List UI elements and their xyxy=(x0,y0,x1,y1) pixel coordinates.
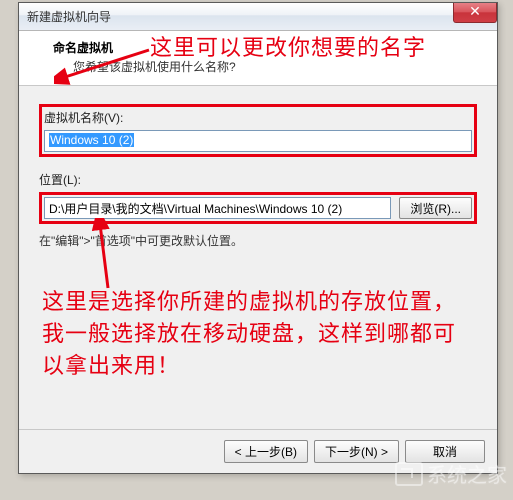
vm-name-value: Windows 10 (2) xyxy=(49,133,134,147)
next-button[interactable]: 下一步(N) > xyxy=(314,440,399,463)
default-location-hint: 在"编辑">"首选项"中可更改默认位置。 xyxy=(39,232,477,249)
browse-button[interactable]: 浏览(R)... xyxy=(399,197,472,219)
titlebar: 新建虚拟机向导 ✕ xyxy=(19,3,497,31)
watermark: 系统之家 xyxy=(395,459,507,488)
wizard-window: 新建虚拟机向导 ✕ 命名虚拟机 您希望该虚拟机使用什么名称? 虚拟机名称(V):… xyxy=(18,2,498,474)
location-input[interactable] xyxy=(44,197,391,219)
wizard-header-title: 命名虚拟机 xyxy=(53,39,479,56)
wizard-header: 命名虚拟机 您希望该虚拟机使用什么名称? xyxy=(19,31,497,86)
close-icon: ✕ xyxy=(469,3,481,19)
back-button[interactable]: < 上一步(B) xyxy=(224,440,308,463)
vm-name-label: 虚拟机名称(V): xyxy=(44,109,472,126)
watermark-text: 系统之家 xyxy=(427,459,507,488)
vm-name-input[interactable]: Windows 10 (2) xyxy=(44,130,472,152)
location-label: 位置(L): xyxy=(39,171,477,188)
wizard-header-subtitle: 您希望该虚拟机使用什么名称? xyxy=(53,58,479,75)
name-field-highlight: 虚拟机名称(V): Windows 10 (2) xyxy=(39,104,477,157)
location-field-highlight: 浏览(R)... xyxy=(39,192,477,224)
watermark-logo-icon xyxy=(395,462,423,486)
window-title: 新建虚拟机向导 xyxy=(27,8,111,25)
close-button[interactable]: ✕ xyxy=(453,3,497,23)
wizard-content: 虚拟机名称(V): Windows 10 (2) 位置(L): 浏览(R)...… xyxy=(19,86,497,446)
